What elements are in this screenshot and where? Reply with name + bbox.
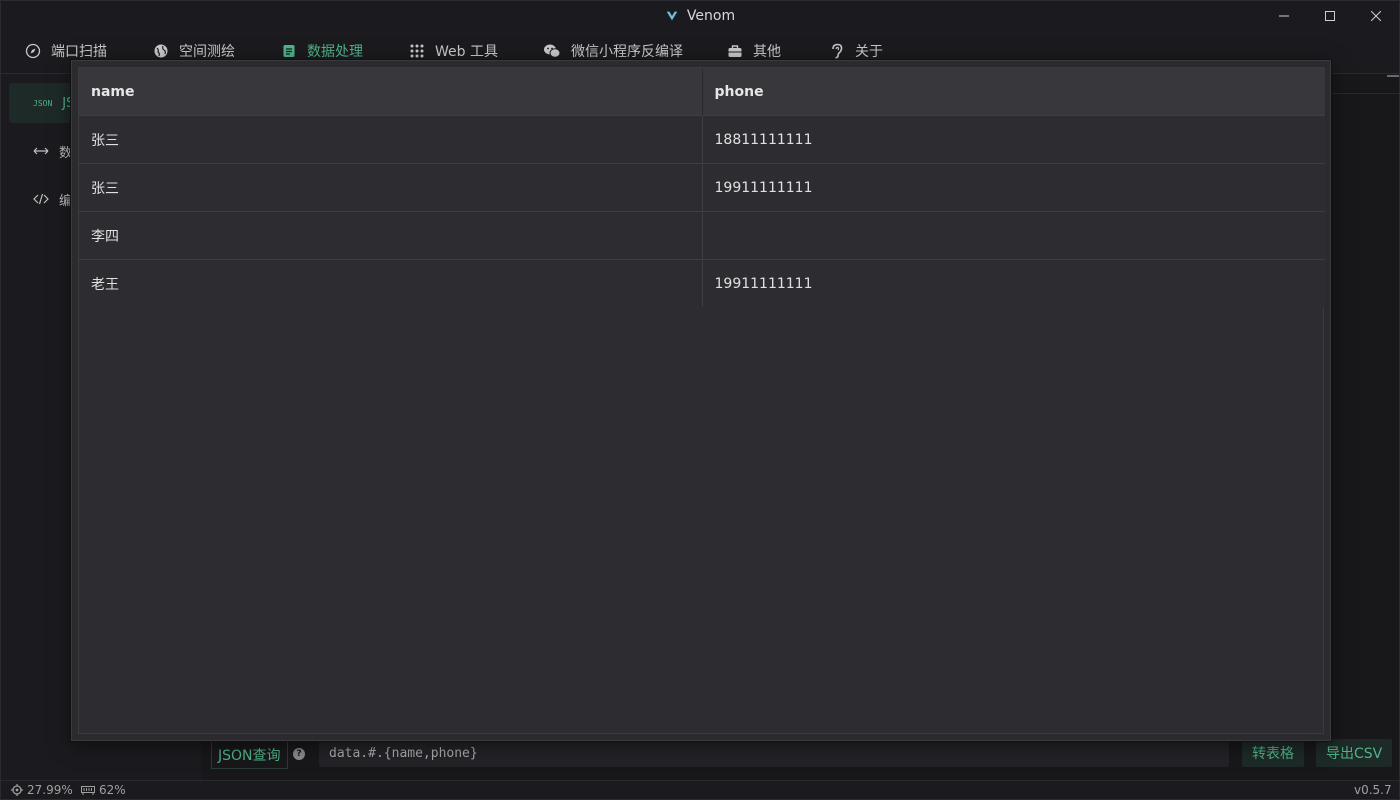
cpu-usage: 27.99%: [11, 783, 73, 797]
memory-value: 62%: [99, 783, 126, 797]
app-window: Venom 端口扫描 空间测绘 数据处理 Web 工具 微信小程序反编译 其他 …: [0, 0, 1400, 800]
minimize-button[interactable]: [1261, 1, 1307, 31]
query-bar: JSON查询 ? 转表格 导出CSV: [201, 739, 1399, 779]
wechat-icon: [544, 44, 561, 58]
editor-divider: [1331, 93, 1399, 94]
memory-usage: 62%: [81, 783, 126, 797]
result-table-dialog: name phone 张三 18811111111 张三 19911111111…: [71, 60, 1331, 741]
result-table: name phone 张三 18811111111 张三 19911111111…: [79, 68, 1325, 307]
tab-label: 微信小程序反编译: [571, 44, 683, 60]
result-table-container: name phone 张三 18811111111 张三 19911111111…: [78, 67, 1325, 734]
tab-label: 空间测绘: [179, 44, 235, 60]
help-icon[interactable]: ?: [293, 748, 305, 760]
memory-icon: [81, 786, 95, 795]
table-row: 李四: [79, 211, 1325, 260]
cell-name: 张三: [79, 115, 703, 164]
title-bar: Venom: [1, 1, 1399, 31]
cell-phone: 19911111111: [702, 163, 1325, 212]
maximize-icon: [1325, 11, 1335, 21]
table-row: 张三 19911111111: [79, 163, 1325, 212]
cell-name: 老王: [79, 259, 703, 307]
json-query-label: JSON查询: [211, 741, 288, 769]
maximize-button[interactable]: [1307, 1, 1353, 31]
globe-icon: [154, 44, 168, 58]
table-row: 张三 18811111111: [79, 115, 1325, 164]
cell-phone: 18811111111: [702, 115, 1325, 164]
compass-icon: [25, 43, 41, 59]
tab-label: 关于: [855, 44, 883, 60]
table-header-row: name phone: [79, 68, 1325, 116]
code-icon: [33, 193, 49, 205]
version-label: v0.5.7: [1354, 783, 1392, 797]
venom-logo-icon: [665, 9, 679, 23]
column-header-phone[interactable]: phone: [702, 68, 1325, 116]
arrows-horizontal-icon: [33, 147, 49, 155]
grid-dots-icon: [410, 44, 424, 58]
export-csv-button[interactable]: 导出CSV: [1316, 739, 1393, 767]
status-bar: 27.99% 62% v0.5.7: [1, 780, 1399, 799]
cell-name: 李四: [79, 211, 703, 260]
column-header-name[interactable]: name: [79, 68, 703, 116]
document-icon: [283, 45, 295, 57]
cpu-value: 27.99%: [27, 783, 73, 797]
cell-name: 张三: [79, 163, 703, 212]
tab-label: 其他: [753, 44, 781, 60]
ear-icon: [832, 43, 843, 59]
to-table-button[interactable]: 转表格: [1242, 739, 1304, 767]
window-title: Venom: [686, 8, 736, 24]
briefcase-icon: [728, 45, 742, 57]
tab-label: Web 工具: [435, 44, 498, 60]
json-query-input[interactable]: [319, 739, 1229, 767]
cell-phone: [702, 211, 1325, 260]
cpu-icon: [11, 784, 23, 796]
table-row: 老王 19911111111: [79, 259, 1325, 307]
json-icon: JSON: [33, 98, 53, 108]
scrollbar-thumb[interactable]: [1387, 75, 1399, 77]
close-button[interactable]: [1353, 1, 1399, 31]
tab-label: 数据处理: [307, 44, 363, 60]
cell-phone: 19911111111: [702, 259, 1325, 307]
minimize-icon: [1279, 15, 1289, 17]
tab-label: 端口扫描: [51, 44, 107, 60]
close-icon: [1371, 11, 1381, 21]
